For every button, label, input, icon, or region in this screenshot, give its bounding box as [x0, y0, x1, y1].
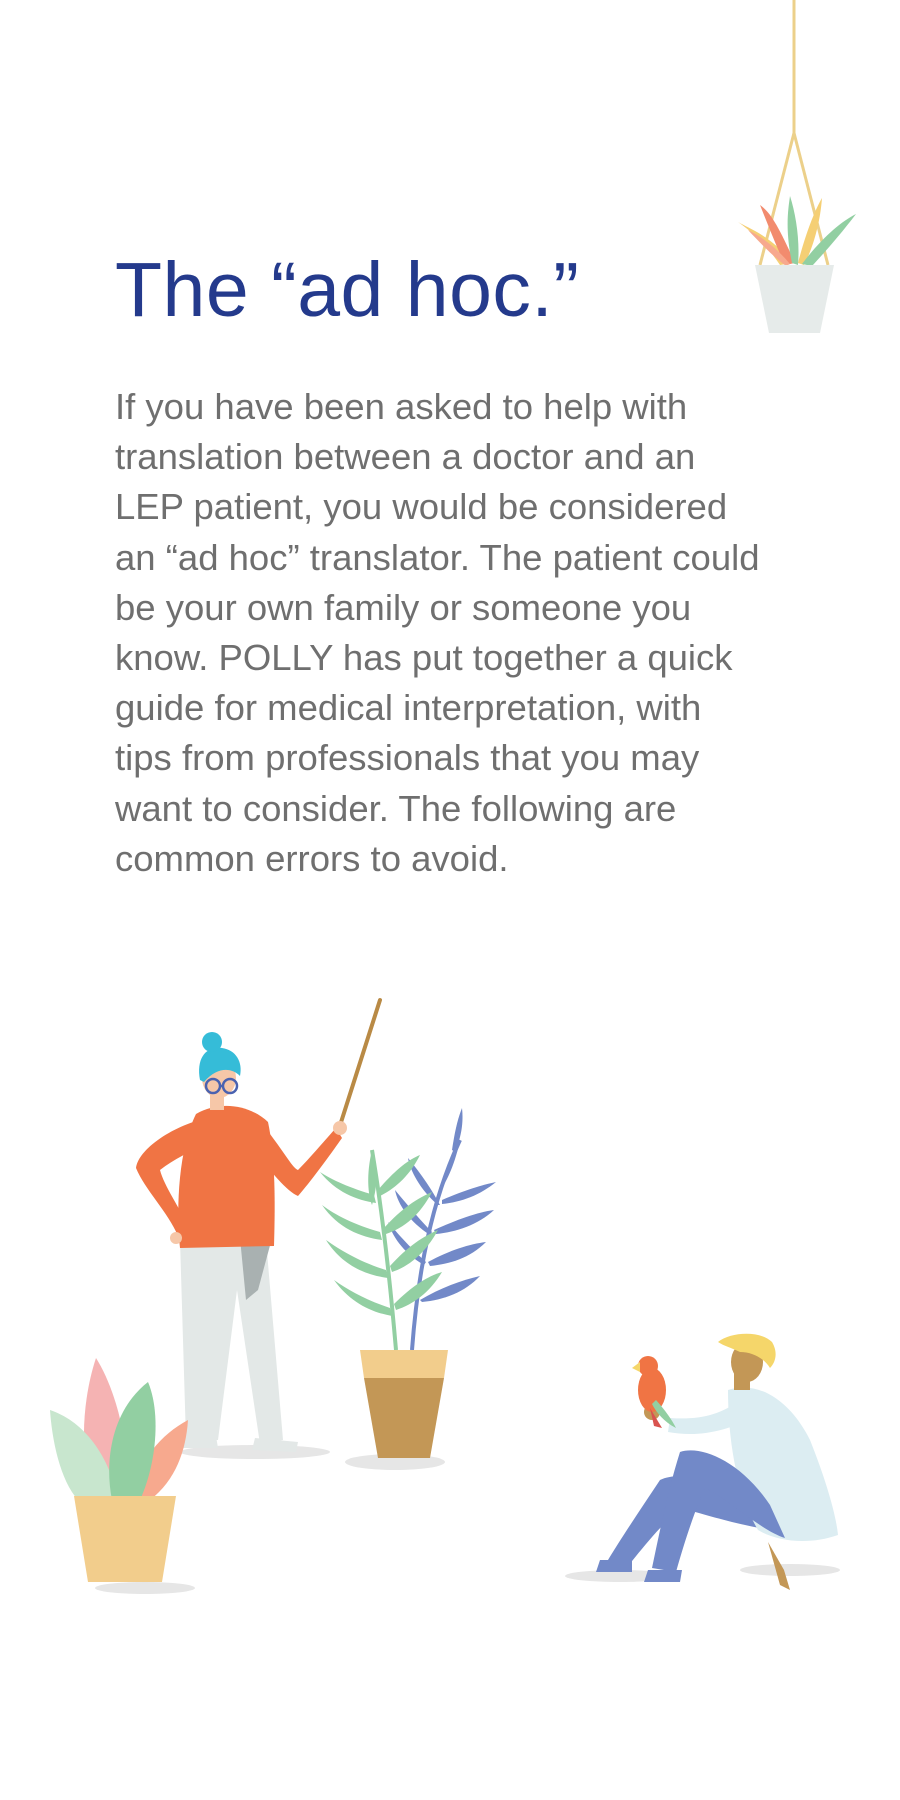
- scene-illustration: [50, 998, 840, 1594]
- parrot-icon: [632, 1356, 676, 1428]
- center-plant-icon: [320, 1108, 496, 1458]
- page: The “ad hoc.” If you have been asked to …: [0, 0, 900, 1800]
- seated-man-with-parrot-icon: [596, 1333, 838, 1590]
- left-plant-icon: [50, 1358, 188, 1582]
